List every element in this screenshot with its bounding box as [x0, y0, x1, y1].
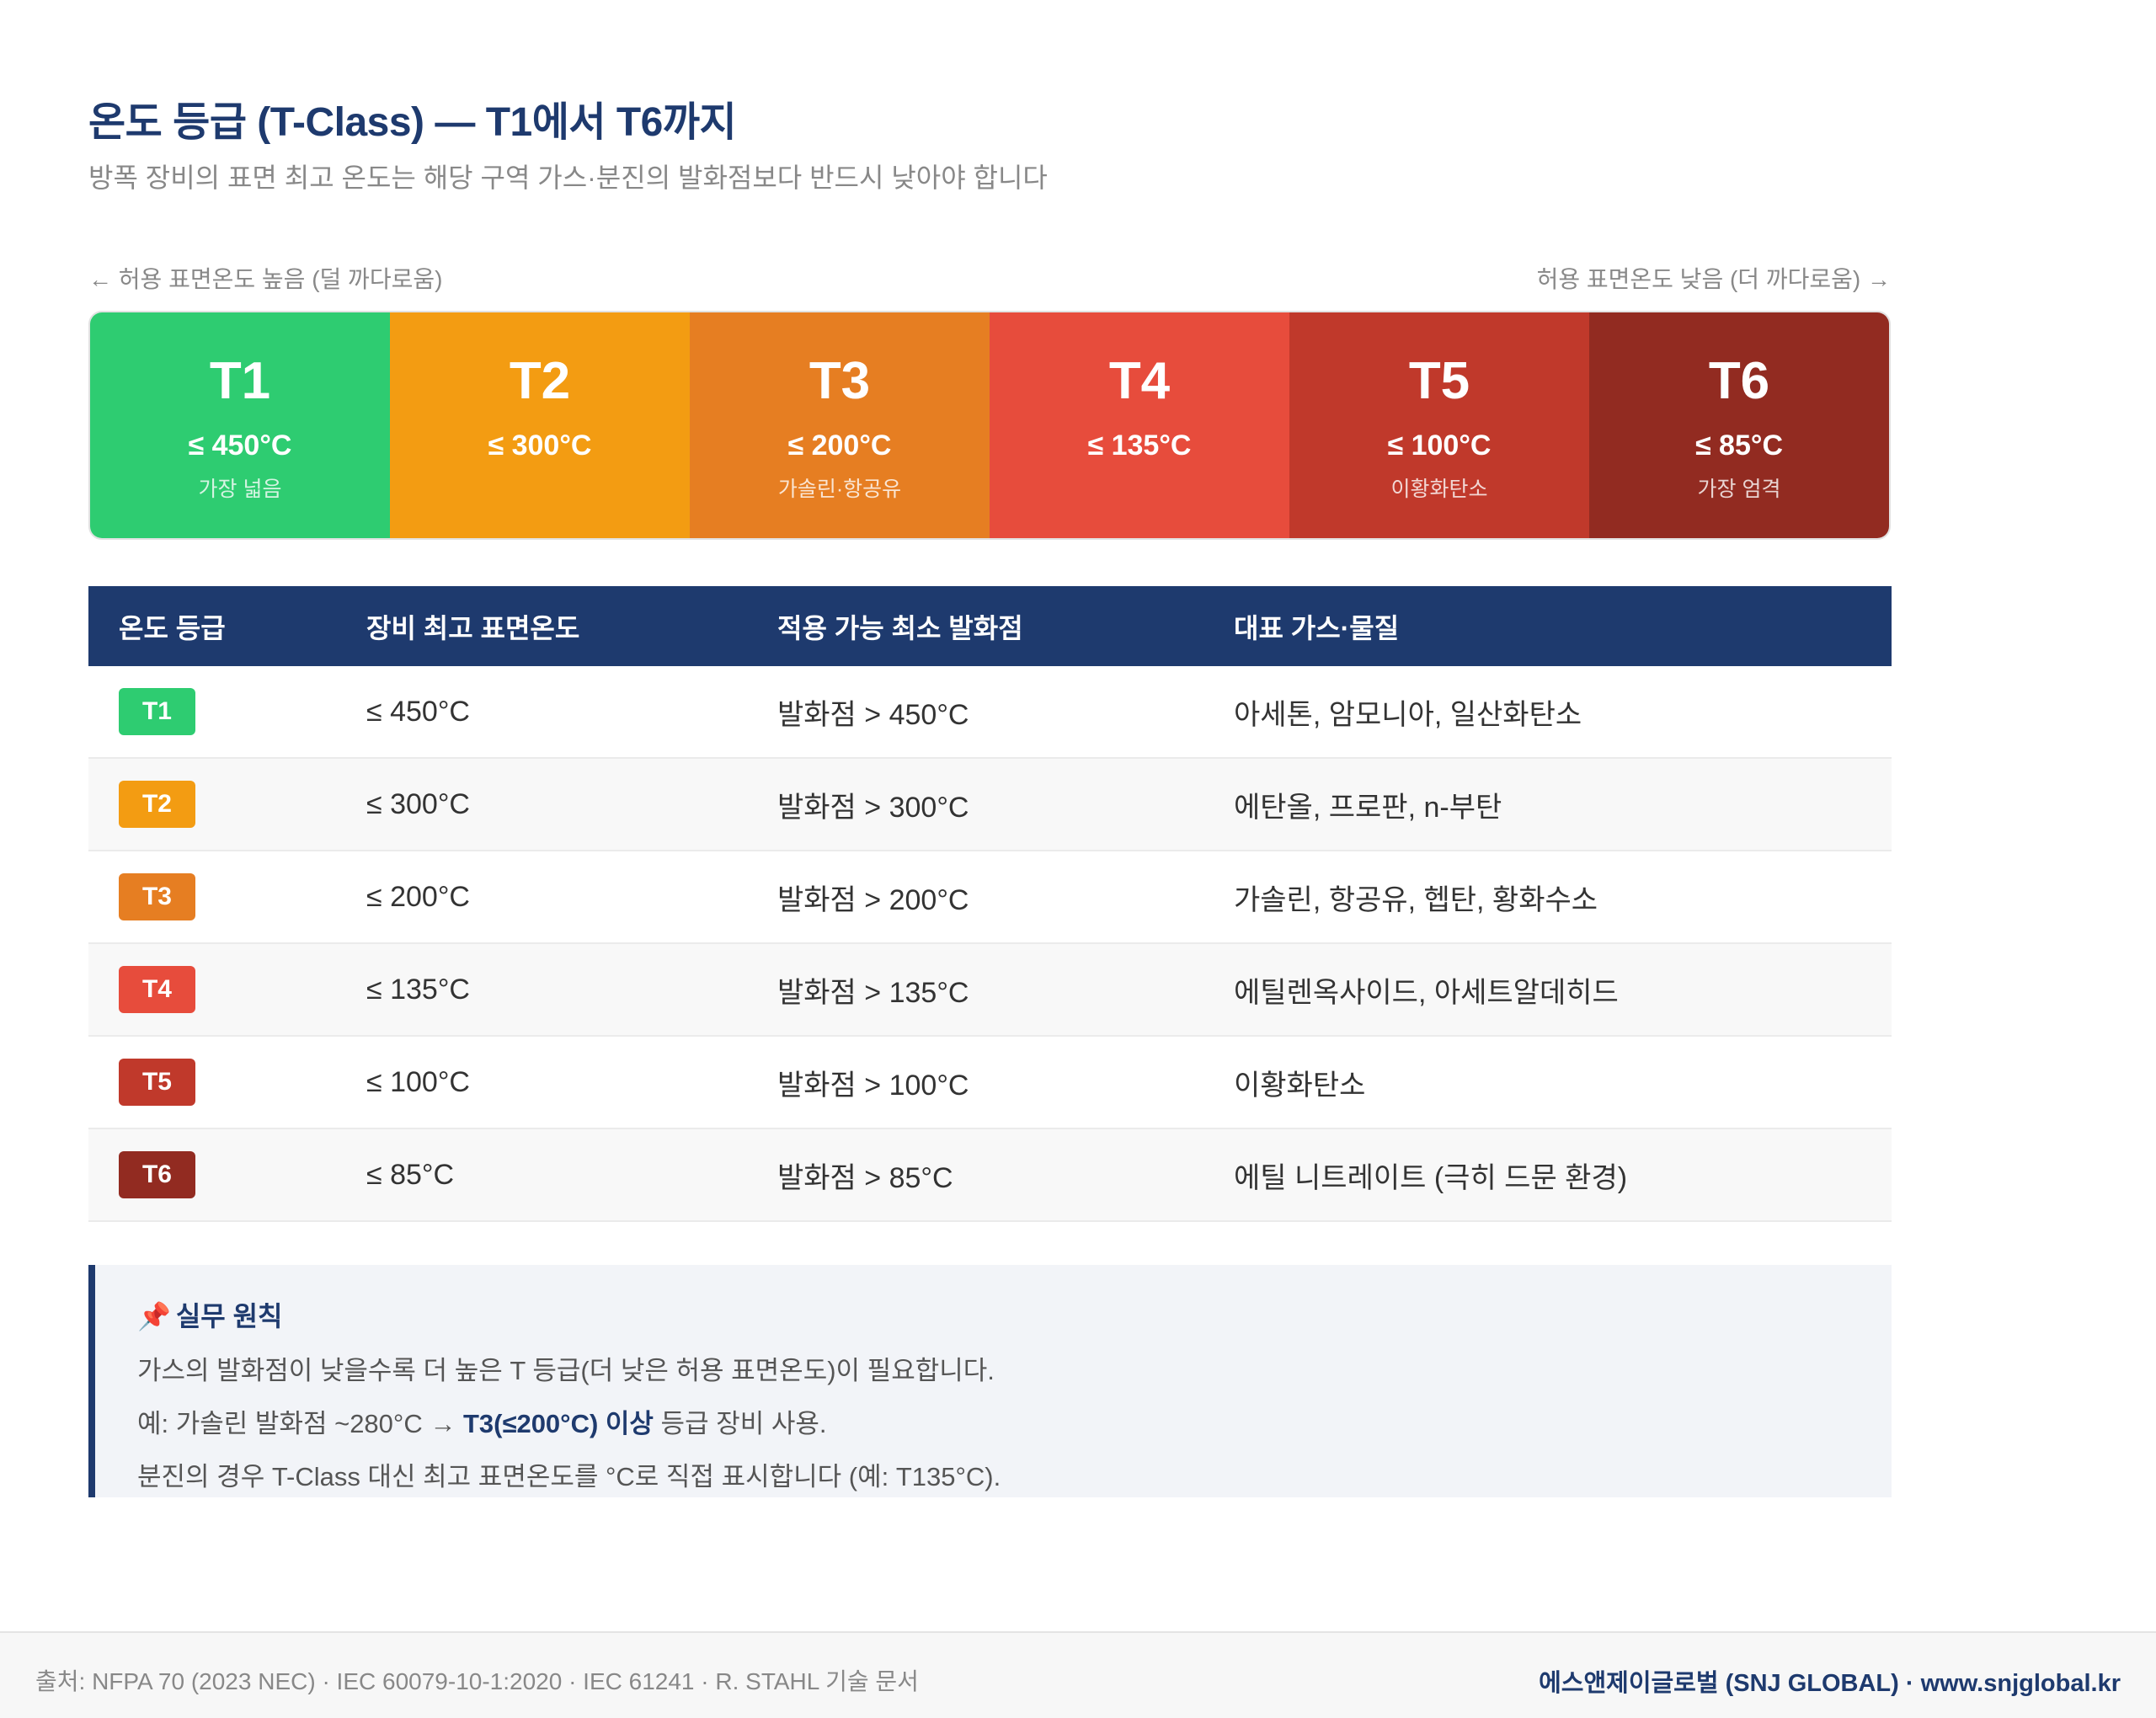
band-note: 이황화탄소 [1390, 478, 1488, 501]
column-header: 대표 가스·물질 [1234, 612, 1400, 643]
band-class: T1 [209, 352, 271, 410]
ignition-cell: 발화점 > 300°C [777, 791, 969, 824]
table-header: 온도 등급 장비 최고 표면온도 적용 가능 최소 발화점 대표 가스·물질 [88, 586, 1892, 666]
ignition-cell: 발화점 > 135°C [777, 976, 969, 1009]
class-cell: T2 [88, 781, 366, 828]
table-row: T4 ≤ 135°C 발화점 > 135°C 에틸렌옥사이드, 아세트알데히드 [88, 944, 1892, 1037]
table-row: T1 ≤ 450°C 발화점 > 450°C 아세톤, 암모니아, 일산화탄소 [88, 666, 1892, 759]
scale-left-label: ← 허용 표면온도 높음 (덜 까다로움) [88, 266, 443, 292]
column-header: 적용 가능 최소 발화점 [777, 612, 1023, 643]
column-header: 온도 등급 [119, 612, 226, 643]
class-cell: T6 [88, 1151, 366, 1198]
note-line-example: 예: 가솔린 발화점 ~280°C → T3(≤200°C) 이상 등급 장비 … [137, 1402, 1892, 1440]
band-temp: ≤ 450°C [188, 430, 292, 462]
band-temp: ≤ 135°C [1087, 430, 1192, 462]
note-heading: 실무 원칙 [175, 1301, 283, 1331]
class-cell: T1 [88, 688, 366, 735]
footer: 출처: NFPA 70 (2023 NEC) · IEC 60079-10-1:… [0, 1631, 2156, 1718]
band-t2: T2 ≤ 300°C [390, 312, 690, 538]
footer-brand: 에스앤제이글로벌 (SNJ GLOBAL) · www.snjglobal.kr [1539, 1670, 2121, 1697]
max-temp-cell: ≤ 300°C [366, 787, 470, 820]
band-temp: ≤ 300°C [488, 430, 592, 462]
class-cell: T5 [88, 1059, 366, 1106]
note-example-pre: 예: 가솔린 발화점 ~280°C → [137, 1409, 463, 1438]
table-row: T5 ≤ 100°C 발화점 > 100°C 이황화탄소 [88, 1037, 1892, 1129]
band-temp: ≤ 200°C [787, 430, 892, 462]
page-subtitle: 방폭 장비의 표면 최고 온도는 해당 구역 가스·분진의 발화점보다 반드시 … [88, 163, 1048, 193]
band-class: T5 [1408, 352, 1470, 410]
page-title: 온도 등급 (T-Class) — T1에서 T6까지 [88, 100, 737, 145]
band-note: 가장 넓음 [198, 478, 282, 501]
practice-note: 📌 실무 원칙 가스의 발화점이 낮을수록 더 높은 T 등급(더 낮은 허용 표… [88, 1265, 1892, 1497]
note-example-bold: T3(≤200°C) 이상 [462, 1409, 654, 1438]
temperature-class-scale: T1 ≤ 450°C 가장 넓음 T2 ≤ 300°C T3 ≤ 200°C 가… [88, 311, 1891, 540]
class-badge: T3 [119, 873, 195, 920]
band-temp: ≤ 100°C [1387, 430, 1492, 462]
gases-cell: 아세톤, 암모니아, 일산화탄소 [1234, 698, 1582, 731]
table-row: T2 ≤ 300°C 발화점 > 300°C 에탄올, 프로판, n-부탄 [88, 759, 1892, 851]
band-t5: T5 ≤ 100°C 이황화탄소 [1289, 312, 1589, 538]
ignition-cell: 발화점 > 200°C [777, 883, 969, 916]
band-t4: T4 ≤ 135°C [990, 312, 1289, 538]
ignition-cell: 발화점 > 450°C [777, 698, 969, 731]
band-class: T2 [509, 352, 571, 410]
gases-cell: 이황화탄소 [1234, 1069, 1366, 1102]
band-temp: ≤ 85°C [1694, 430, 1784, 462]
class-badge: T4 [119, 966, 195, 1013]
class-cell: T3 [88, 873, 366, 920]
band-note: 가솔린·항공유 [777, 478, 902, 501]
class-badge: T2 [119, 781, 195, 828]
column-header: 장비 최고 표면온도 [366, 612, 580, 643]
table-row: T6 ≤ 85°C 발화점 > 85°C 에틸 니트레이트 (극히 드문 환경) [88, 1129, 1892, 1222]
class-cell: T4 [88, 966, 366, 1013]
band-class: T6 [1708, 352, 1770, 410]
gases-cell: 에틸렌옥사이드, 아세트알데히드 [1234, 976, 1619, 1009]
class-badge: T5 [119, 1059, 195, 1106]
band-class: T4 [1108, 352, 1171, 410]
max-temp-cell: ≤ 85°C [366, 1158, 455, 1191]
max-temp-cell: ≤ 200°C [366, 880, 470, 913]
band-t1: T1 ≤ 450°C 가장 넓음 [90, 312, 390, 538]
note-example-post: 등급 장비 사용. [653, 1409, 827, 1438]
ignition-cell: 발화점 > 85°C [777, 1161, 953, 1194]
pushpin-icon: 📌 [137, 1301, 171, 1331]
page: 온도 등급 (T-Class) — T1에서 T6까지 방폭 장비의 표면 최고… [0, 0, 2156, 1718]
max-temp-cell: ≤ 135°C [366, 973, 470, 1006]
note-line: 분진의 경우 T-Class 대신 최고 표면온도를 °C로 직접 표시합니다 … [137, 1462, 1001, 1491]
ignition-cell: 발화점 > 100°C [777, 1069, 969, 1102]
band-note: 가장 엄격 [1697, 478, 1781, 501]
class-badge: T6 [119, 1151, 195, 1198]
gases-cell: 가솔린, 항공유, 헵탄, 황화수소 [1234, 883, 1598, 916]
band-t3: T3 ≤ 200°C 가솔린·항공유 [690, 312, 990, 538]
gases-cell: 에틸 니트레이트 (극히 드문 환경) [1234, 1161, 1628, 1194]
table-row: T3 ≤ 200°C 발화점 > 200°C 가솔린, 항공유, 헵탄, 황화수… [88, 851, 1892, 944]
band-t6: T6 ≤ 85°C 가장 엄격 [1589, 312, 1889, 538]
note-line: 가스의 발화점이 낮을수록 더 높은 T 등급(더 낮은 허용 표면온도)이 필… [137, 1356, 995, 1385]
temperature-class-table: 온도 등급 장비 최고 표면온도 적용 가능 최소 발화점 대표 가스·물질 T… [88, 586, 1892, 1222]
footer-source: 출처: NFPA 70 (2023 NEC) · IEC 60079-10-1:… [35, 1668, 919, 1694]
max-temp-cell: ≤ 100°C [366, 1065, 470, 1098]
note-heading-row: 📌 실무 원칙 [137, 1295, 1892, 1334]
max-temp-cell: ≤ 450°C [366, 695, 470, 728]
scale-right-label: 허용 표면온도 낮음 (더 까다로움) → [1536, 266, 1891, 292]
gases-cell: 에탄올, 프로판, n-부탄 [1234, 791, 1502, 824]
class-badge: T1 [119, 688, 195, 735]
band-class: T3 [808, 352, 871, 410]
